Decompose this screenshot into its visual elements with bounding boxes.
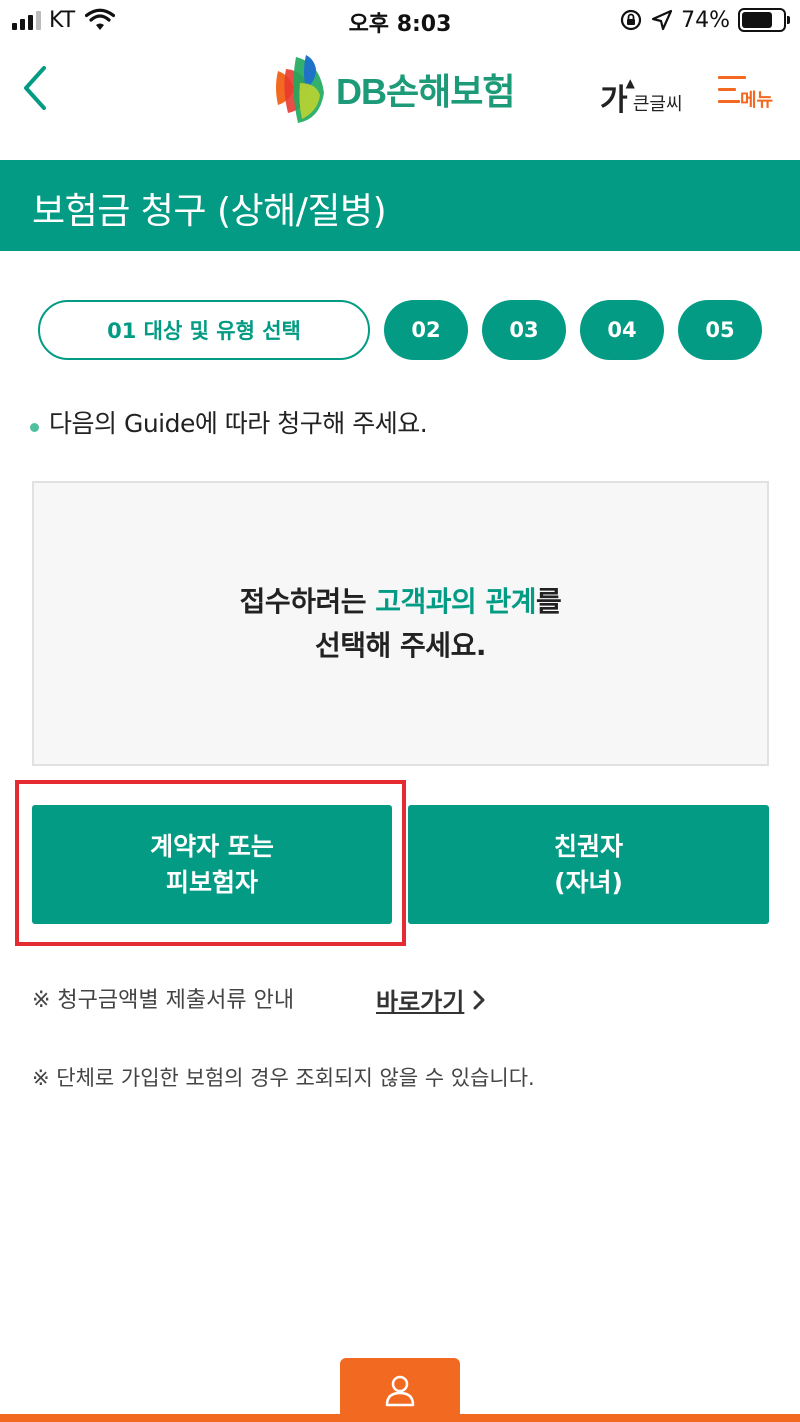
caret-up-icon: ▲ — [625, 76, 635, 90]
bottom-accent-bar — [0, 1414, 800, 1422]
rotation-lock-icon — [620, 9, 642, 31]
policyholder-line-2: 피보험자 — [165, 867, 258, 897]
prompt-prefix: 접수하려는 — [239, 584, 376, 618]
step-indicator: 01 대상 및 유형 선택 02 03 04 05 — [38, 300, 762, 360]
large-font-label: 큰글씨 — [632, 94, 683, 116]
guardian-line-2: (자녀) — [554, 867, 623, 897]
step-04[interactable]: 04 — [580, 300, 664, 360]
user-icon — [385, 1375, 415, 1407]
group-insurance-note: ※ 단체로 가입한 보험의 경우 조회되지 않을 수 있습니다. — [32, 1066, 535, 1090]
db-insurance-logo[interactable]: DB손해보험 — [272, 52, 515, 126]
step-03[interactable]: 03 — [482, 300, 566, 360]
page-title: 보험금 청구 (상해/질병) — [32, 191, 387, 232]
documents-note: ※ 청구금액별 제출서류 안내 바로가기 — [32, 982, 485, 1016]
prompt-line-1: 접수하려는 고객과의 관계를 — [240, 580, 562, 624]
db-logo-mark-icon — [276, 55, 324, 123]
step-05[interactable]: 05 — [678, 300, 762, 360]
guardian-line-1: 친권자 — [553, 831, 623, 861]
guide-text: 다음의 Guide에 따라 청구해 주세요. — [49, 409, 428, 438]
battery-fill — [742, 12, 772, 28]
documents-link-label: 바로가기 — [376, 988, 465, 1016]
step-01-active: 01 대상 및 유형 선택 — [38, 300, 370, 360]
guide-message: 다음의 Guide에 따라 청구해 주세요. — [30, 404, 428, 440]
step-02[interactable]: 02 — [384, 300, 468, 360]
my-page-tab-button[interactable] — [340, 1358, 460, 1422]
logo-text: DB손해보험 — [336, 71, 515, 112]
app-header: DB손해보험 가 ▲ 큰글씨 메뉴 — [0, 40, 800, 160]
relationship-prompt-box: 접수하려는 고객과의 관계를 선택해 주세요. — [32, 481, 769, 766]
prompt-line-2: 선택해 주세요. — [315, 628, 486, 662]
location-arrow-icon — [651, 9, 673, 31]
menu-button[interactable]: 메뉴 — [714, 72, 780, 112]
back-chevron-icon[interactable] — [18, 62, 58, 114]
documents-note-label: ※ 청구금액별 제출서류 안내 — [32, 988, 295, 1013]
menu-label: 메뉴 — [740, 90, 774, 111]
large-font-glyph: 가 — [600, 83, 628, 118]
battery-icon — [738, 8, 790, 32]
large-font-button[interactable]: 가 ▲ 큰글씨 — [600, 66, 683, 116]
policyholder-insured-button[interactable]: 계약자 또는 피보험자 — [32, 805, 392, 924]
prompt-highlight: 고객과의 관계 — [375, 584, 537, 618]
prompt-suffix: 를 — [536, 584, 562, 618]
documents-shortcut-link[interactable]: 바로가기 — [376, 982, 486, 1017]
guardian-child-button[interactable]: 친권자 (자녀) — [408, 805, 769, 924]
chevron-right-icon — [473, 990, 485, 1009]
page-title-bar: 보험금 청구 (상해/질병) — [0, 160, 800, 251]
status-right: 74% — [619, 6, 790, 34]
bullet-dot-icon — [30, 422, 39, 432]
policyholder-line-1: 계약자 또는 — [150, 831, 274, 861]
battery-percent: 74% — [681, 7, 730, 33]
status-bar: KT 오후 8:03 74% — [0, 0, 800, 40]
